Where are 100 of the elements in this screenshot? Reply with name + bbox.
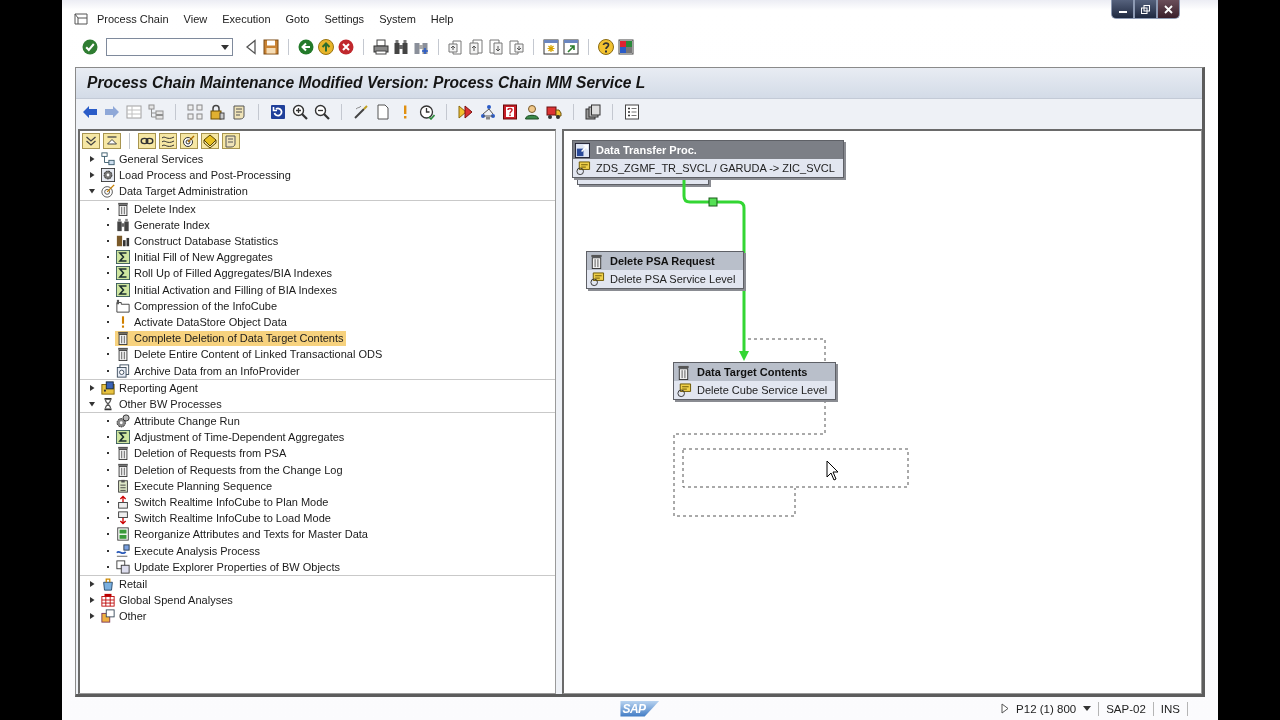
tree-item[interactable]: Other BW Processes <box>100 396 224 412</box>
check-icon[interactable] <box>82 39 98 55</box>
tree-item[interactable]: Execute Analysis Process <box>115 543 262 559</box>
tree-item[interactable]: Adjustment of Time-Dependent Aggregates <box>115 429 347 445</box>
tree-item[interactable]: Initial Activation and Filling of BIA Indexes <box>115 282 339 298</box>
stack-icon[interactable] <box>585 104 601 120</box>
tree-item[interactable]: Roll Up of Filled Aggregates/BIA Indexes <box>115 265 335 281</box>
network-icon[interactable] <box>480 104 496 120</box>
truck-icon[interactable] <box>546 104 562 120</box>
tree-item[interactable]: Generate Index <box>115 217 212 233</box>
fast-forward-icon[interactable] <box>458 104 474 120</box>
close-button[interactable] <box>1157 0 1180 19</box>
scroll-icon[interactable] <box>231 104 247 120</box>
first-page-icon[interactable] <box>448 39 464 55</box>
zoom-in-icon[interactable] <box>292 104 308 120</box>
caret-down-icon[interactable] <box>89 188 95 195</box>
caret-right-icon[interactable] <box>89 384 95 391</box>
collapse-all-icon[interactable] <box>103 133 121 149</box>
document-icon[interactable] <box>375 104 391 120</box>
menu-item[interactable]: System <box>379 13 416 25</box>
tree-item[interactable]: Deletion of Requests from PSA <box>115 445 289 461</box>
triangle-right-icon[interactable] <box>1001 703 1010 714</box>
binoculars-icon[interactable] <box>393 39 409 55</box>
menu-item[interactable]: Execution <box>222 13 271 25</box>
tree-item[interactable]: Delete Entire Content of Linked Transactional ODS <box>115 346 385 362</box>
menu-item[interactable]: Process Chain <box>97 13 169 25</box>
expand-all-icon[interactable] <box>82 133 100 149</box>
menu-item[interactable]: Help <box>430 13 454 25</box>
dropdown-caret-icon[interactable] <box>1083 706 1092 711</box>
printer-icon[interactable] <box>373 39 389 55</box>
sigma-icon <box>116 282 130 297</box>
checklist-icon[interactable] <box>624 104 640 120</box>
cube-icon[interactable] <box>201 133 219 149</box>
minimize-button[interactable] <box>1111 0 1134 19</box>
next-page-icon[interactable] <box>488 39 504 55</box>
left-arrow-circle-icon[interactable] <box>298 39 314 55</box>
clock-icon[interactable] <box>419 104 435 120</box>
target-icon[interactable] <box>180 133 198 149</box>
up-arrow-circle-icon[interactable] <box>318 39 334 55</box>
tree-item[interactable]: Switch Realtime InfoCube to Load Mode <box>115 510 333 526</box>
node-variant: Delete Cube Service Level <box>697 384 828 396</box>
tree-item[interactable]: Reporting Agent <box>100 380 200 396</box>
menu-item[interactable]: Goto <box>285 13 310 25</box>
shortcut-icon[interactable] <box>563 39 579 55</box>
tree-item[interactable]: Deletion of Requests from the Change Log <box>115 462 345 478</box>
command-field[interactable] <box>106 38 233 56</box>
refresh-icon[interactable] <box>270 104 286 120</box>
window-menu-icon[interactable] <box>74 13 88 25</box>
tree-item[interactable]: Switch Realtime InfoCube to Plan Mode <box>115 494 331 510</box>
dropdown-caret-icon[interactable] <box>221 44 229 50</box>
last-page-icon[interactable] <box>508 39 524 55</box>
tree-item[interactable]: Global Spend Analyses <box>100 592 235 608</box>
tree-item[interactable]: Data Target Administration <box>100 183 250 199</box>
link-icon[interactable] <box>138 133 156 149</box>
tree-item[interactable]: Initial Fill of New Aggregates <box>115 249 275 265</box>
previous-page-icon[interactable] <box>468 39 484 55</box>
tree-item[interactable]: Archive Data from an InfoProvider <box>115 363 302 379</box>
process-node[interactable]: Data Target Contents Delete Cube Service Level <box>673 362 837 400</box>
help-icon[interactable] <box>598 39 614 55</box>
tree-item[interactable]: Attribute Change Run <box>115 413 242 429</box>
tag-icon <box>589 271 605 287</box>
new-window-icon[interactable] <box>543 39 559 55</box>
tree-item[interactable]: Load Process and Post-Processing <box>100 167 293 183</box>
menu-item[interactable]: Settings <box>324 13 365 25</box>
connector-handle[interactable] <box>708 197 718 207</box>
tree-item[interactable]: Delete Index <box>115 201 198 217</box>
close-icon[interactable] <box>1164 4 1173 14</box>
zoom-out-icon[interactable] <box>314 104 330 120</box>
back-arrow-icon[interactable] <box>82 104 98 120</box>
tree-item[interactable]: Execute Planning Sequence <box>115 478 275 494</box>
process-node[interactable]: Delete PSA Request Delete PSA Service Level <box>586 251 745 289</box>
menu-item[interactable]: View <box>183 13 208 25</box>
wave-icon[interactable] <box>159 133 177 149</box>
restore-icon[interactable] <box>1141 4 1150 14</box>
cancel-icon[interactable] <box>338 39 354 55</box>
person-icon[interactable] <box>524 104 540 120</box>
tree-item[interactable]: Complete Deletion of Data Target Contents <box>115 330 346 346</box>
tree-item[interactable]: General Services <box>100 151 206 167</box>
padlock-icon[interactable] <box>209 104 225 120</box>
caret-right-icon[interactable] <box>89 156 95 163</box>
caret-right-icon[interactable] <box>89 172 95 179</box>
caret-right-icon[interactable] <box>89 580 95 587</box>
shopping-bag-icon <box>101 576 115 591</box>
tree-item[interactable]: Compression of the InfoCube <box>115 298 280 314</box>
question-document-icon[interactable] <box>502 104 518 120</box>
blocks-icon <box>116 527 130 542</box>
tree-item[interactable]: Retail <box>100 576 150 592</box>
tree-item[interactable]: Construct Database Statistics <box>115 233 281 249</box>
save-icon[interactable] <box>263 39 279 55</box>
tree-item[interactable]: Activate DataStore Object Data <box>115 314 289 330</box>
restore-button[interactable] <box>1134 0 1157 19</box>
process-node[interactable]: Data Transfer Proc. ZDS_ZGMF_TR_SVCL / GARUDA -> ZIC_SVCL <box>572 140 844 178</box>
tree-item[interactable]: Other <box>100 608 149 624</box>
tree-item[interactable]: Reorganize Attributes and Texts for Master Data <box>115 526 370 542</box>
tree-item[interactable]: Update Explorer Properties of BW Objects <box>115 559 343 575</box>
caret-right-icon[interactable] <box>89 597 95 604</box>
caret-right-icon[interactable] <box>89 613 95 620</box>
tree-icon[interactable] <box>148 104 164 120</box>
caret-down-icon[interactable] <box>89 400 95 407</box>
wand-icon[interactable] <box>353 104 369 120</box>
